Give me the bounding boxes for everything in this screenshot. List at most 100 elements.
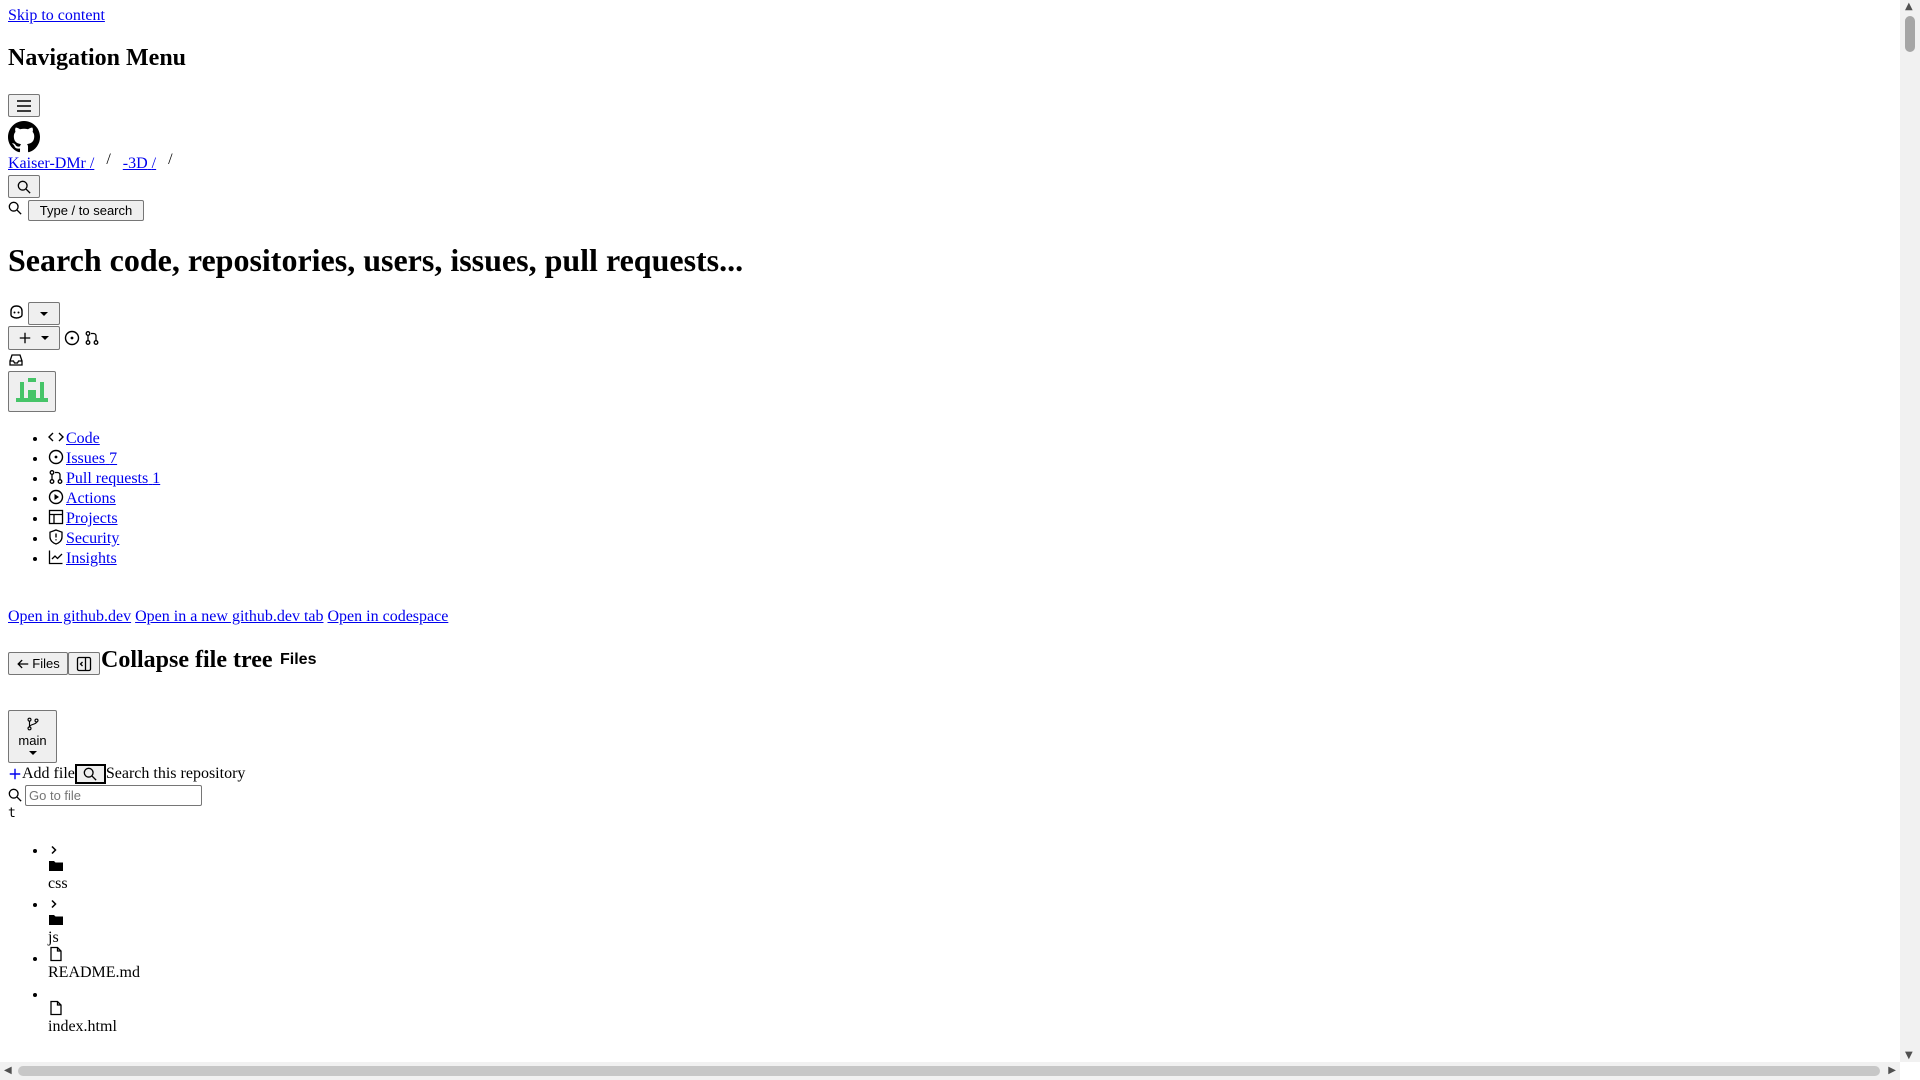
- breadcrumb-repo-link[interactable]: -3D /: [123, 155, 156, 172]
- tab-label: Pull requests: [66, 470, 149, 487]
- tab-pull-requests-link[interactable]: Pull requests 1: [66, 470, 160, 487]
- scroll-down-arrow-icon[interactable]: ▼: [1905, 1050, 1913, 1061]
- avatar: [16, 377, 48, 406]
- search-icon: [83, 767, 97, 781]
- scroll-up-arrow-icon[interactable]: ▲: [1905, 1, 1913, 12]
- search-repository-label: Search this repository: [105, 765, 246, 782]
- create-new-button[interactable]: [8, 326, 60, 350]
- owner-label: Kaiser-DMr: [8, 155, 86, 172]
- triangle-down-icon: [28, 750, 38, 756]
- tab-security: Security: [48, 529, 160, 549]
- inbox-icon[interactable]: [8, 352, 24, 368]
- tab-insights-link[interactable]: Insights: [66, 550, 117, 567]
- three-bars-icon: [16, 98, 32, 114]
- go-to-file-input[interactable]: [25, 785, 202, 806]
- horizontal-scroll-thumb[interactable]: [18, 1066, 1880, 1076]
- files-heading: Files: [280, 651, 317, 668]
- skip-to-content-link[interactable]: Skip to content: [8, 7, 105, 25]
- tab-actions: Actions: [48, 489, 160, 509]
- plus-icon: [18, 331, 32, 345]
- file-icon: [48, 1000, 64, 1016]
- tree-item-label: README.md: [48, 964, 140, 981]
- tab-actions-link[interactable]: Actions: [66, 490, 116, 507]
- tab-label: Projects: [66, 510, 118, 527]
- tab-projects-link[interactable]: Projects: [66, 510, 118, 527]
- search-icon: [8, 788, 22, 802]
- search-button[interactable]: [8, 175, 40, 198]
- repo-label: -3D: [122, 155, 148, 172]
- git-pull-request-icon: [48, 469, 64, 485]
- table-icon: [48, 509, 64, 525]
- file-tree: css js README.md index.html: [8, 842, 140, 1036]
- vertical-scroll-thumb[interactable]: [1905, 16, 1915, 52]
- scroll-left-arrow-icon[interactable]: ◀: [4, 1065, 12, 1076]
- tab-label: Security: [66, 530, 120, 547]
- tab-label: Insights: [66, 550, 117, 567]
- chevron-right-icon[interactable]: [48, 842, 60, 858]
- play-icon: [48, 489, 64, 505]
- tab-issues-link[interactable]: Issues 7: [66, 450, 117, 467]
- shield-icon: [48, 529, 64, 545]
- tab-label: Issues: [66, 450, 106, 467]
- horizontal-scrollbar[interactable]: ◀ ▶: [0, 1062, 1900, 1080]
- copilot-icon[interactable]: [8, 304, 25, 320]
- issues-count: 7: [109, 450, 118, 467]
- open-in-github-dev-link[interactable]: Open in github.dev: [8, 608, 131, 625]
- go-to-file-shortcut: t: [8, 806, 16, 821]
- pull-requests-icon[interactable]: [84, 330, 100, 346]
- open-in-new-github-dev-tab-link[interactable]: Open in a new github.dev tab: [135, 608, 323, 625]
- tab-issues: Issues 7: [48, 449, 160, 469]
- tree-item-label: js: [48, 929, 59, 946]
- pull-requests-count: 1: [152, 470, 161, 487]
- folder-icon: [48, 912, 64, 928]
- github-logo-icon[interactable]: [8, 121, 40, 153]
- chevron-right-icon[interactable]: [48, 896, 60, 912]
- breadcrumb-separator: /: [168, 151, 173, 168]
- search-icon: [17, 180, 31, 194]
- git-branch-icon: [26, 717, 40, 731]
- tab-projects: Projects: [48, 509, 160, 529]
- issues-icon[interactable]: [64, 330, 80, 346]
- files-back-label: Files: [32, 656, 60, 671]
- search-repository-button[interactable]: [74, 764, 106, 784]
- search-icon: [8, 201, 22, 215]
- folder-icon: [48, 858, 64, 874]
- sidebar-collapse-icon: [76, 656, 92, 672]
- graph-icon: [48, 549, 64, 565]
- collapse-file-tree-label: Collapse file tree: [101, 647, 273, 673]
- breadcrumb: Kaiser-DMr / / -3D / /: [8, 151, 173, 173]
- breadcrumb-separator: /: [106, 151, 111, 168]
- tab-label: Actions: [66, 490, 116, 507]
- issue-opened-icon: [48, 449, 64, 465]
- vertical-scrollbar[interactable]: ▲ ▼: [1900, 0, 1920, 1062]
- avatar-button[interactable]: [8, 371, 56, 412]
- plus-icon: [8, 767, 22, 781]
- tab-code-link[interactable]: Code: [66, 430, 100, 447]
- separator: /: [151, 155, 157, 172]
- open-in-codespace-link[interactable]: Open in codespace: [328, 608, 449, 625]
- tab-code: Code: [48, 429, 160, 449]
- type-to-search-button[interactable]: Type / to search: [28, 200, 144, 221]
- page: Skip to content Navigation Menu Kaiser-D…: [8, 0, 1900, 1062]
- breadcrumb-owner-link[interactable]: Kaiser-DMr /: [8, 155, 94, 172]
- collapse-file-tree-button[interactable]: [68, 652, 100, 675]
- repo-tabs: Code Issues 7 Pull requests 1 Actions Pr…: [8, 429, 160, 569]
- tab-security-link[interactable]: Security: [66, 530, 119, 547]
- file-icon: [48, 946, 64, 962]
- file-actions: Add file Search this repository: [8, 764, 245, 784]
- hamburger-menu-button[interactable]: [8, 94, 40, 117]
- tab-insights: Insights: [48, 549, 160, 569]
- tab-pull-requests: Pull requests 1: [48, 469, 160, 489]
- tree-item-label: css: [48, 875, 68, 892]
- triangle-down-icon: [39, 311, 49, 317]
- separator: /: [89, 155, 95, 172]
- files-back-button[interactable]: Files: [8, 652, 68, 675]
- arrow-left-icon: [16, 657, 30, 671]
- scroll-right-arrow-icon[interactable]: ▶: [1888, 1065, 1896, 1076]
- open-links: Open in github.dev Open in a new github.…: [8, 608, 448, 626]
- search-heading: Search code, repositories, users, issues…: [8, 242, 744, 278]
- copilot-dropdown-button[interactable]: [28, 302, 60, 325]
- add-file-button[interactable]: Add file: [22, 765, 75, 783]
- code-icon: [48, 429, 64, 445]
- branch-select-button[interactable]: main: [8, 710, 57, 763]
